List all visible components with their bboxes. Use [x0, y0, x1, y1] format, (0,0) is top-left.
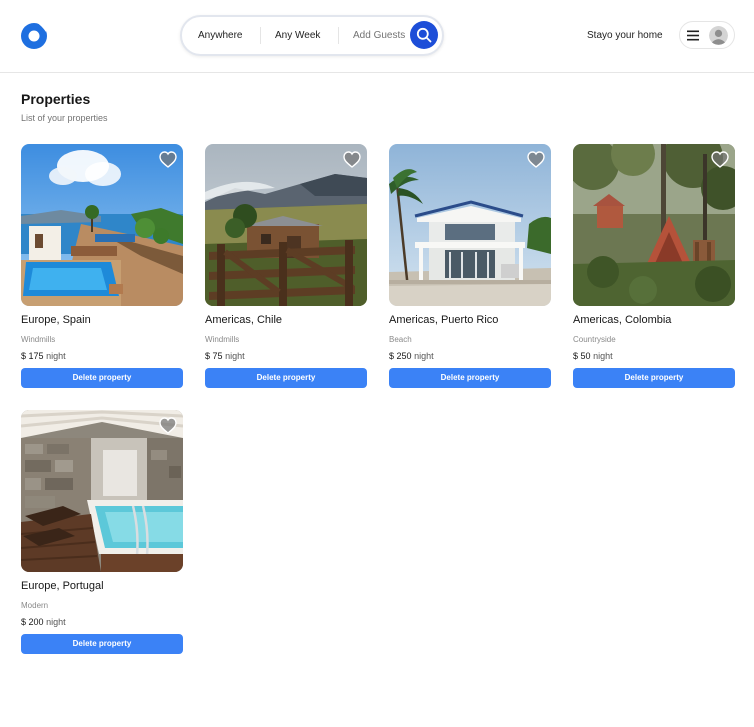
property-card[interactable]: Americas, Chile Windmills $ 75 night Del…	[205, 144, 367, 394]
property-location: Europe, Portugal	[21, 580, 104, 592]
search-divider	[338, 27, 339, 44]
property-image	[389, 144, 551, 306]
search-divider	[260, 27, 261, 44]
property-category: Windmills	[205, 335, 240, 344]
heart-icon[interactable]	[343, 151, 361, 168]
price-currency: $	[389, 351, 395, 361]
search-week[interactable]: Any Week	[275, 17, 320, 54]
property-card[interactable]: Americas, Puerto Rico Beach $ 250 night …	[389, 144, 551, 394]
price-amount: 250	[396, 351, 412, 361]
property-photo[interactable]	[389, 144, 551, 306]
page-title: Properties	[21, 91, 91, 107]
property-card[interactable]: Europe, Portugal Modern $ 200 night Dele…	[21, 410, 183, 660]
price-unit: night	[46, 617, 66, 627]
search-guests[interactable]: Add Guests	[353, 17, 405, 54]
property-location: Americas, Chile	[205, 314, 283, 326]
hamburger-icon	[687, 30, 699, 41]
price-amount: 75	[212, 351, 223, 361]
page-subtitle: List of your properties	[21, 113, 108, 123]
property-card[interactable]: Americas, Colombia Countryside $ 50 nigh…	[573, 144, 735, 394]
property-location: Americas, Colombia	[573, 314, 672, 326]
property-price: $ 250 night	[389, 351, 434, 361]
property-photo[interactable]	[21, 410, 183, 572]
delete-property-button[interactable]: Delete property	[389, 368, 551, 388]
property-category: Modern	[21, 601, 49, 610]
search-icon	[416, 27, 432, 43]
heart-icon[interactable]	[711, 151, 729, 168]
search-button[interactable]	[410, 21, 438, 49]
property-price: $ 75 night	[205, 351, 245, 361]
price-amount: 175	[28, 351, 44, 361]
search-bar[interactable]: Anywhere Any Week Add Guests	[180, 15, 444, 56]
price-currency: $	[21, 351, 27, 361]
avatar-placeholder-icon	[709, 26, 728, 45]
price-unit: night	[414, 351, 434, 361]
user-menu-button[interactable]	[679, 21, 735, 49]
property-category: Windmills	[21, 335, 56, 344]
delete-property-button[interactable]: Delete property	[205, 368, 367, 388]
price-amount: 200	[28, 617, 44, 627]
property-image	[21, 410, 183, 572]
property-image	[205, 144, 367, 306]
property-price: $ 200 night	[21, 617, 66, 627]
price-currency: $	[573, 351, 579, 361]
airbnb-logo-icon[interactable]	[20, 21, 48, 49]
heart-icon[interactable]	[159, 151, 177, 168]
price-unit: night	[225, 351, 245, 361]
price-unit: night	[593, 351, 613, 361]
property-location: Europe, Spain	[21, 314, 91, 326]
price-currency: $	[21, 617, 27, 627]
price-amount: 50	[580, 351, 591, 361]
host-link[interactable]: Stayo your home	[587, 30, 663, 41]
heart-icon[interactable]	[159, 417, 177, 434]
property-category: Beach	[389, 335, 412, 344]
search-location[interactable]: Anywhere	[198, 17, 242, 54]
property-photo[interactable]	[573, 144, 735, 306]
property-card[interactable]: Europe, Spain Windmills $ 175 night Dele…	[21, 144, 183, 394]
property-location: Americas, Puerto Rico	[389, 314, 499, 326]
delete-property-button[interactable]: Delete property	[21, 368, 183, 388]
heart-icon[interactable]	[527, 151, 545, 168]
navbar: Anywhere Any Week Add Guests Stayo your …	[0, 0, 754, 73]
property-price: $ 175 night	[21, 351, 66, 361]
property-image	[573, 144, 735, 306]
delete-property-button[interactable]: Delete property	[573, 368, 735, 388]
price-currency: $	[205, 351, 211, 361]
property-photo[interactable]	[205, 144, 367, 306]
property-image	[21, 144, 183, 306]
property-category: Countryside	[573, 335, 616, 344]
property-price: $ 50 night	[573, 351, 613, 361]
price-unit: night	[46, 351, 66, 361]
property-photo[interactable]	[21, 144, 183, 306]
delete-property-button[interactable]: Delete property	[21, 634, 183, 654]
